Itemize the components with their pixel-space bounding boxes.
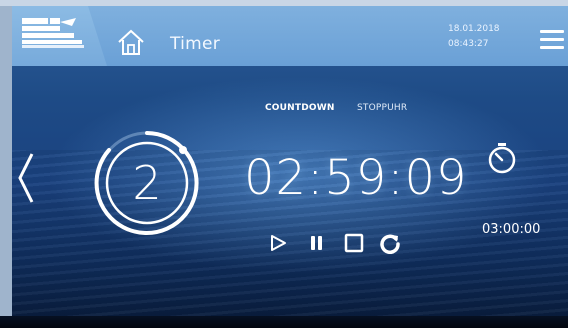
hamburger-menu-icon[interactable] — [540, 30, 564, 52]
round-counter: 2 — [132, 156, 162, 210]
chevron-left-icon[interactable] — [14, 150, 38, 206]
screen-bezel-left — [0, 0, 12, 328]
screen-bezel-bottom — [0, 316, 568, 328]
screen-bezel-top — [0, 0, 568, 6]
play-icon[interactable] — [267, 232, 289, 254]
header-clock: 08:43:27 — [448, 39, 489, 49]
tab-stoppuhr[interactable]: STOPPUHR — [357, 103, 407, 113]
stopwatch-icon[interactable] — [487, 142, 517, 174]
timer-display: 02:59:09 — [244, 150, 468, 206]
header-date: 18.01.2018 — [448, 24, 500, 34]
preset-time: 03:00:00 — [482, 222, 541, 237]
home-icon[interactable] — [116, 28, 146, 56]
timer-screen: Timer 18.01.2018 08:43:27 COUNTDOWN STOP… — [0, 0, 568, 328]
stop-icon[interactable] — [343, 232, 365, 254]
pause-icon[interactable] — [306, 232, 328, 254]
page-title: Timer — [170, 34, 221, 54]
reset-icon[interactable] — [379, 232, 401, 254]
brand-logo — [22, 18, 84, 48]
tab-countdown[interactable]: COUNTDOWN — [265, 103, 335, 113]
